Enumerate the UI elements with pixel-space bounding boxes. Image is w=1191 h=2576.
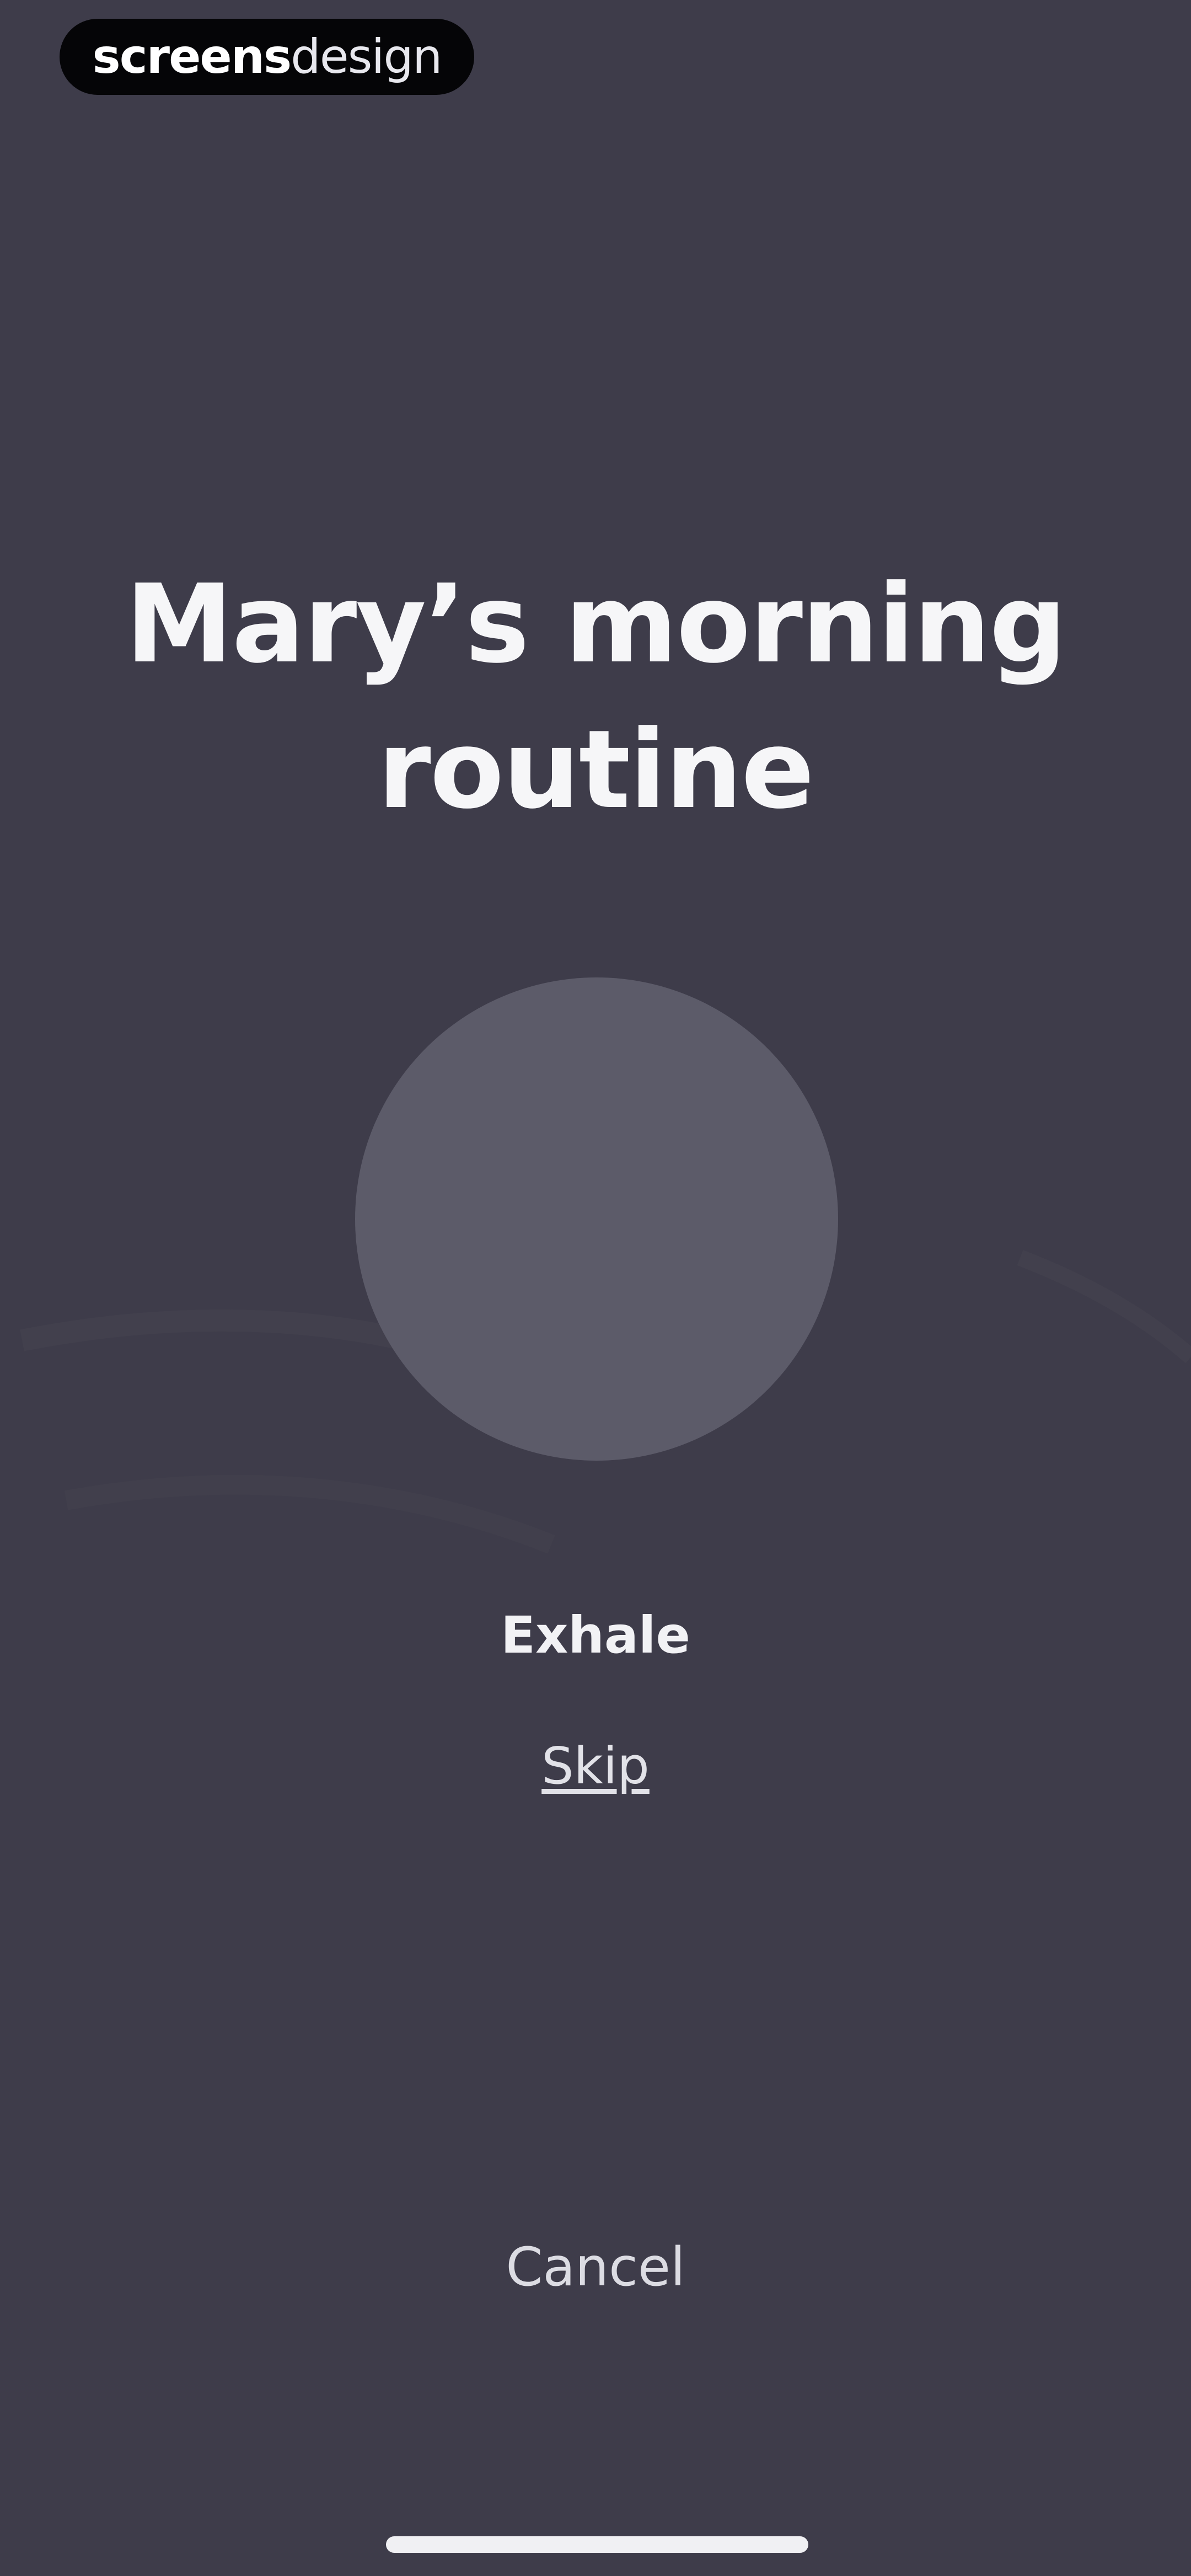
cancel-button[interactable]: Cancel (430, 2233, 761, 2301)
breathing-screen: screens design Mary’s morning routine Exh… (0, 0, 1191, 2576)
skip-link[interactable]: Skip (513, 1733, 678, 1799)
watermark-light-text: design (291, 29, 442, 84)
home-indicator[interactable] (386, 2536, 808, 2553)
routine-title: Mary’s morning routine (125, 562, 1066, 833)
screensdesign-watermark: screens design (60, 19, 474, 95)
breathing-circle (355, 977, 838, 1461)
breath-phase-label: Exhale (501, 1606, 690, 1665)
watermark-strong-text: screens (92, 29, 292, 84)
